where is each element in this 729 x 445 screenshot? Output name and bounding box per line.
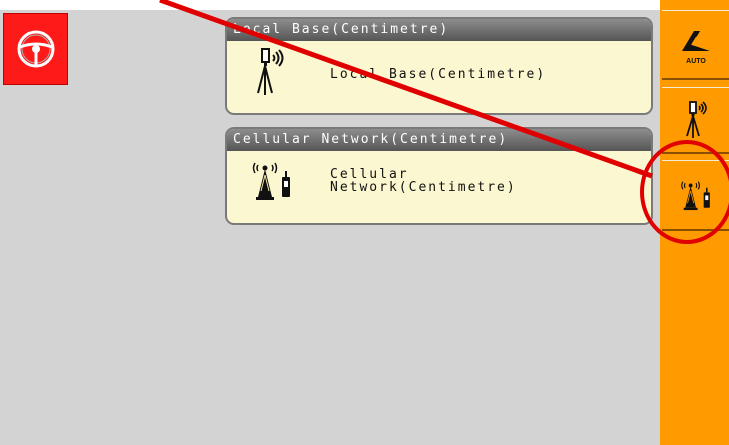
cellular-network-card[interactable]: Cellular Network(Centimetre) Cellular Ne…: [225, 127, 653, 225]
card-header: Local Base(Centimetre): [227, 19, 651, 41]
auto-steer-icon: AUTO: [681, 31, 710, 65]
cellular-network-icon: [680, 181, 710, 211]
card-body: Cellular Network(Centimetre): [227, 151, 651, 223]
local-base-icon: [685, 101, 707, 138]
local-base-card[interactable]: Local Base(Centimetre) Local Base(Centim…: [225, 17, 653, 115]
steering-wheel-icon: [17, 30, 54, 68]
top-strip: [0, 0, 729, 10]
cellular-network-icon: [252, 162, 290, 200]
auto-label: AUTO: [686, 58, 706, 65]
local-base-button[interactable]: [662, 87, 729, 154]
card-header: Cellular Network(Centimetre): [227, 129, 651, 151]
auto-steer-button[interactable]: AUTO: [662, 10, 729, 80]
card-label: Cellular Network(Centimetre): [330, 167, 517, 195]
card-label: Local Base(Centimetre): [330, 67, 547, 82]
card-body: Local Base(Centimetre): [227, 41, 651, 113]
local-base-icon: [257, 48, 284, 95]
cellular-network-button[interactable]: [662, 160, 729, 231]
steering-button[interactable]: [3, 13, 68, 85]
